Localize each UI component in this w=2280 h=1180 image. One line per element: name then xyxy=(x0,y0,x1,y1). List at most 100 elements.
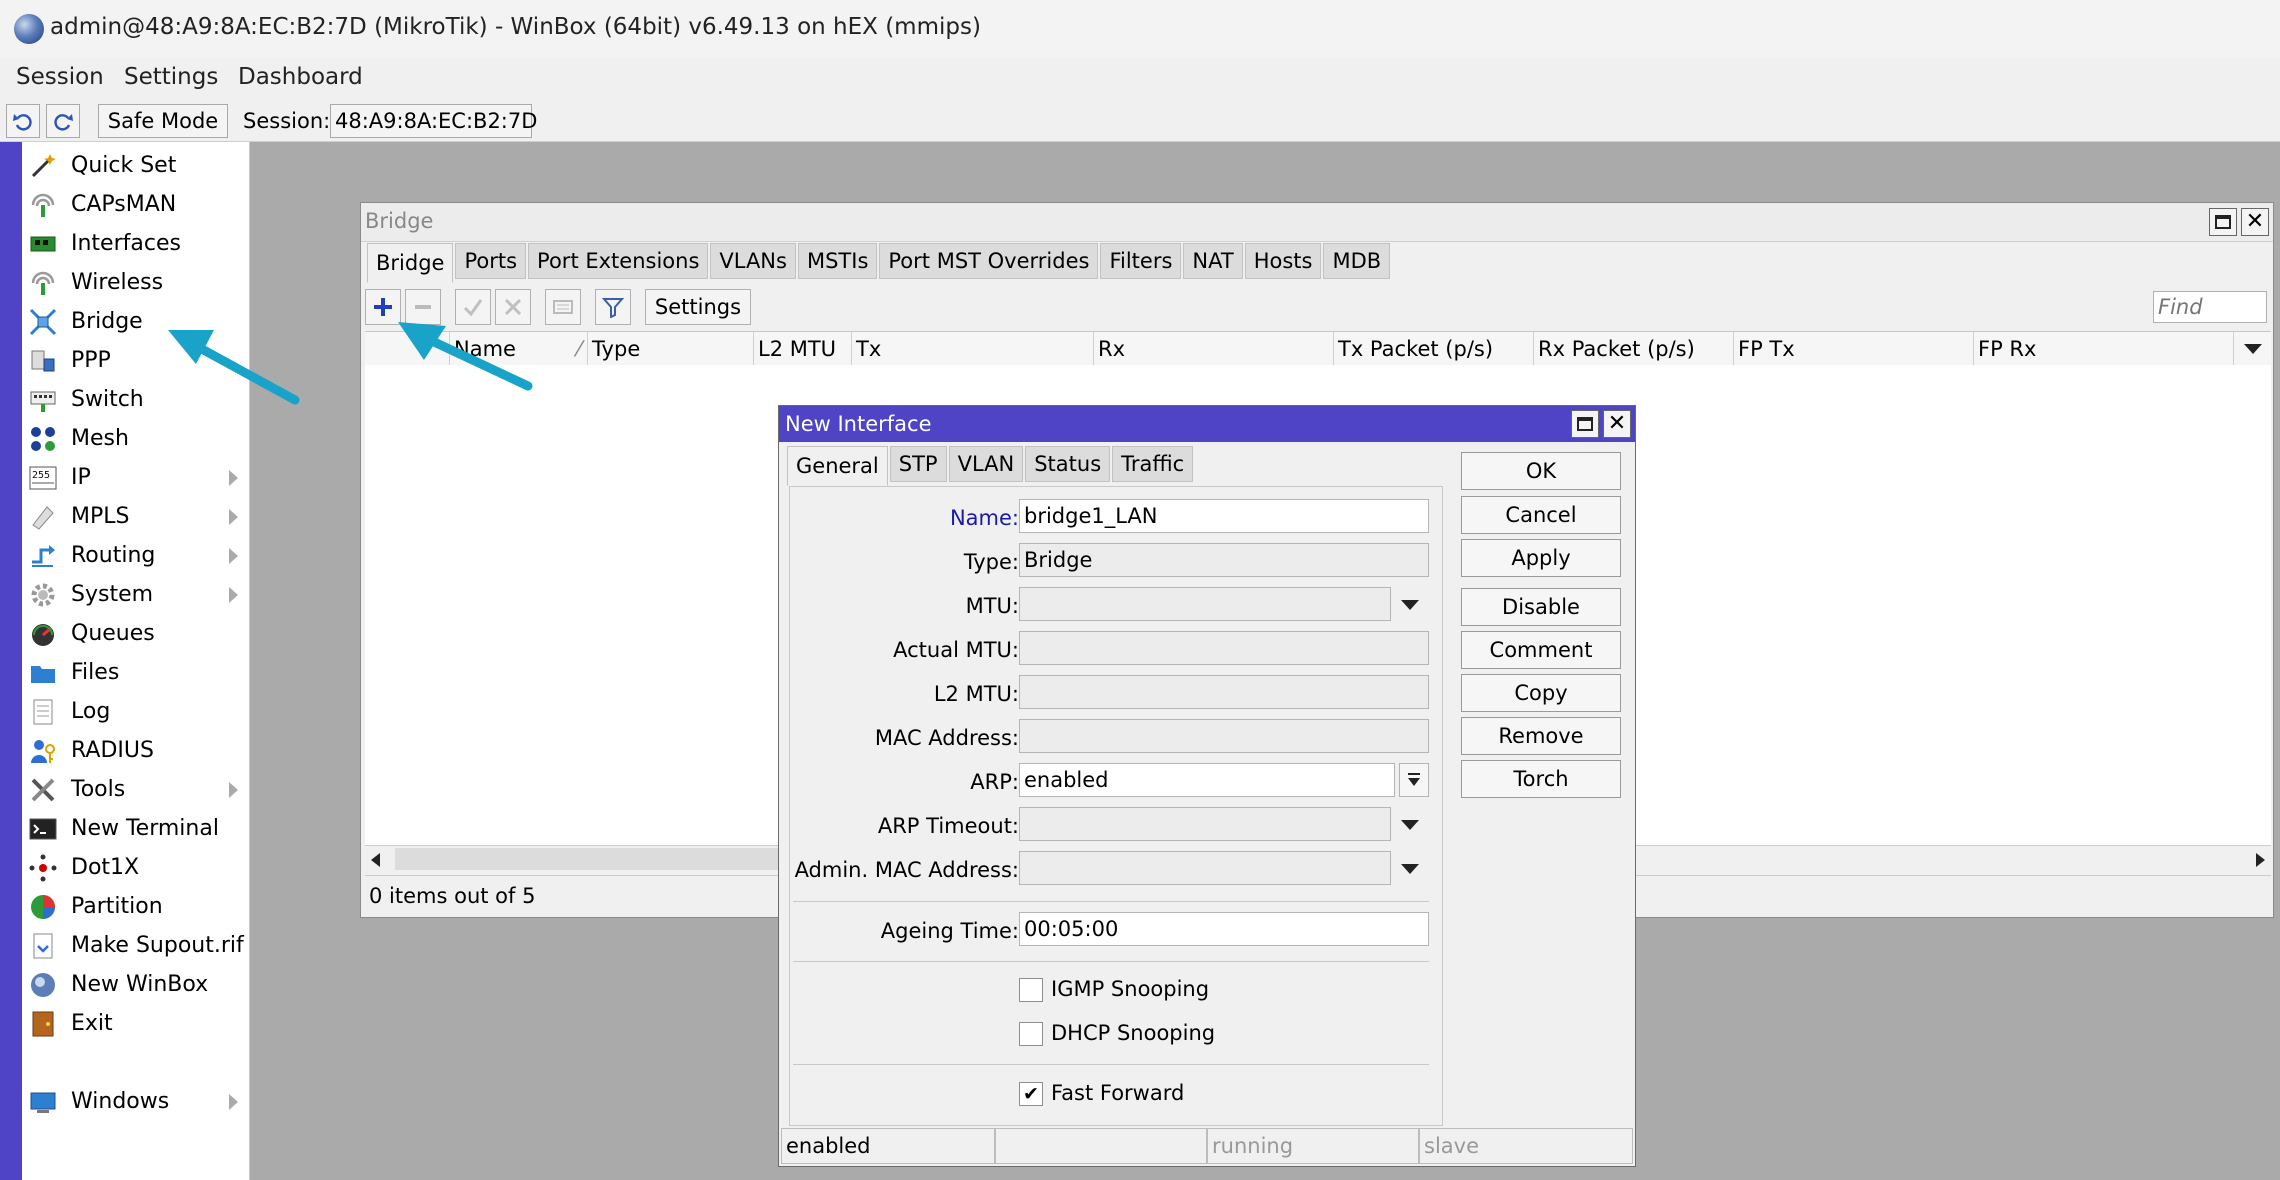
sidebar-item-quick-set[interactable]: Quick Set xyxy=(22,146,250,185)
sidebar-item-windows[interactable]: Windows xyxy=(22,1082,250,1121)
sidebar-item-bridge[interactable]: Bridge xyxy=(22,302,250,341)
tab-status[interactable]: Status xyxy=(1025,446,1111,482)
sidebar-item-ip[interactable]: 255 IP xyxy=(22,458,250,497)
column-chooser-button[interactable] xyxy=(2233,332,2271,366)
tab-mdb[interactable]: MDB xyxy=(1323,243,1391,279)
tab-general[interactable]: General xyxy=(787,446,888,486)
sidebar-item-ppp[interactable]: PPP xyxy=(22,341,250,380)
column-fp-rx[interactable]: FP Rx xyxy=(1973,332,2233,366)
tab-hosts[interactable]: Hosts xyxy=(1244,243,1322,279)
column-l2-mtu[interactable]: L2 MTU xyxy=(753,332,851,366)
tab-mstis[interactable]: MSTIs xyxy=(797,243,878,279)
dialog-close-button[interactable]: ✕ xyxy=(1603,410,1631,438)
name-field[interactable]: bridge1_LAN xyxy=(1019,499,1429,533)
scroll-left-icon[interactable] xyxy=(371,853,380,867)
session-field[interactable]: 48:A9:8A:EC:B2:7D xyxy=(330,104,537,138)
dialog-maximize-button[interactable] xyxy=(1571,410,1599,438)
column-name[interactable]: Name ⁄ xyxy=(449,332,587,366)
column-rx-packet[interactable]: Rx Packet (p/s) xyxy=(1533,332,1733,366)
column-tx-packet[interactable]: Tx Packet (p/s) xyxy=(1333,332,1533,366)
sidebar-item-switch[interactable]: Switch xyxy=(22,380,250,419)
sidebar-item-log[interactable]: Log xyxy=(22,692,250,731)
maximize-button[interactable] xyxy=(2209,208,2237,236)
settings-button[interactable]: Settings xyxy=(645,289,751,325)
sidebar-item-system[interactable]: System xyxy=(22,575,250,614)
column-fp-tx[interactable]: FP Tx xyxy=(1733,332,1973,366)
bridge-window-title: Bridge xyxy=(365,209,434,233)
undo-button[interactable] xyxy=(6,104,40,138)
tab-nat[interactable]: NAT xyxy=(1183,243,1243,279)
tab-ports[interactable]: Ports xyxy=(455,243,527,279)
tab-vlan[interactable]: VLAN xyxy=(948,446,1024,482)
dialog-titlebar[interactable]: New Interface ✕ xyxy=(779,406,1635,442)
sidebar-item-routing[interactable]: Routing xyxy=(22,536,250,575)
tab-vlans[interactable]: VLANs xyxy=(710,243,796,279)
sidebar-item-queues[interactable]: Queues xyxy=(22,614,250,653)
arp-field[interactable]: enabled xyxy=(1019,763,1395,797)
apply-button[interactable]: Apply xyxy=(1461,539,1621,577)
sidebar-item-tools[interactable]: Tools xyxy=(22,770,250,809)
column-flags[interactable] xyxy=(365,332,449,366)
menu-session[interactable]: Session xyxy=(16,64,104,90)
dialog-title: New Interface xyxy=(785,412,932,436)
fast-forward-checkbox[interactable]: ✔ xyxy=(1019,1082,1043,1106)
copy-button[interactable]: Copy xyxy=(1461,674,1621,712)
sidebar-item-interfaces[interactable]: Interfaces xyxy=(22,224,250,263)
enable-button[interactable] xyxy=(455,289,491,325)
comment-button[interactable]: Comment xyxy=(1461,631,1621,669)
minus-icon xyxy=(415,305,431,309)
tab-stp[interactable]: STP xyxy=(889,446,947,482)
tab-traffic[interactable]: Traffic xyxy=(1112,446,1194,482)
mtu-dropdown-icon[interactable] xyxy=(1401,600,1419,610)
find-input[interactable] xyxy=(2153,291,2267,323)
sidebar-item-dot1x[interactable]: Dot1X xyxy=(22,848,250,887)
arp-timeout-field[interactable] xyxy=(1019,807,1391,841)
sidebar-item-partition[interactable]: Partition xyxy=(22,887,250,926)
sidebar-item-mpls[interactable]: MPLS xyxy=(22,497,250,536)
close-icon: ✕ xyxy=(2245,209,2265,234)
mtu-field[interactable] xyxy=(1019,587,1391,621)
column-type[interactable]: Type xyxy=(587,332,753,366)
safe-mode-button[interactable]: Safe Mode xyxy=(98,104,228,138)
disable-button[interactable] xyxy=(495,289,531,325)
name-label: Name: xyxy=(949,506,1019,530)
column-rx[interactable]: Rx xyxy=(1093,332,1333,366)
igmp-snooping-checkbox[interactable] xyxy=(1019,978,1043,1002)
column-tx[interactable]: Tx xyxy=(851,332,1093,366)
arp-timeout-dropdown-icon[interactable] xyxy=(1401,820,1419,830)
add-button[interactable] xyxy=(365,289,401,325)
admin-mac-dropdown-icon[interactable] xyxy=(1401,864,1419,874)
filter-button[interactable] xyxy=(595,289,631,325)
redo-button[interactable] xyxy=(46,104,80,138)
dhcp-snooping-checkbox[interactable] xyxy=(1019,1022,1043,1046)
sidebar-item-new-winbox[interactable]: New WinBox xyxy=(22,965,250,1004)
disable-button[interactable]: Disable xyxy=(1461,588,1621,626)
menu-dashboard[interactable]: Dashboard xyxy=(238,64,363,90)
sidebar-item-wireless[interactable]: Wireless xyxy=(22,263,250,302)
admin-mac-field[interactable] xyxy=(1019,851,1391,885)
sidebar-item-exit[interactable]: Exit xyxy=(22,1004,250,1043)
tab-port-extensions[interactable]: Port Extensions xyxy=(528,243,709,279)
sidebar-item-make-supout[interactable]: Make Supout.rif xyxy=(22,926,250,965)
tab-filters[interactable]: Filters xyxy=(1100,243,1182,279)
sidebar-item-mesh[interactable]: Mesh xyxy=(22,419,250,458)
tab-bridge[interactable]: Bridge xyxy=(367,243,454,283)
mesh-icon xyxy=(28,425,58,453)
tab-port-mst-overrides[interactable]: Port MST Overrides xyxy=(879,243,1099,279)
remove-button[interactable] xyxy=(405,289,441,325)
cancel-button[interactable]: Cancel xyxy=(1461,496,1621,534)
menu-settings[interactable]: Settings xyxy=(124,64,218,90)
scroll-right-icon[interactable] xyxy=(2256,853,2265,867)
sidebar-item-files[interactable]: Files xyxy=(22,653,250,692)
sidebar-item-new-terminal[interactable]: New Terminal xyxy=(22,809,250,848)
sidebar-item-capsman[interactable]: CAPsMAN xyxy=(22,185,250,224)
comment-button[interactable] xyxy=(545,289,581,325)
remove-button[interactable]: Remove xyxy=(1461,717,1621,755)
ageing-time-field[interactable]: 00:05:00 xyxy=(1019,912,1429,946)
sidebar-item-radius[interactable]: RADIUS xyxy=(22,731,250,770)
close-button[interactable]: ✕ xyxy=(2241,208,2269,236)
bridge-window-titlebar[interactable]: Bridge ✕ xyxy=(361,203,2273,242)
arp-dropdown-button[interactable] xyxy=(1399,763,1429,797)
torch-button[interactable]: Torch xyxy=(1461,760,1621,798)
ok-button[interactable]: OK xyxy=(1461,452,1621,490)
